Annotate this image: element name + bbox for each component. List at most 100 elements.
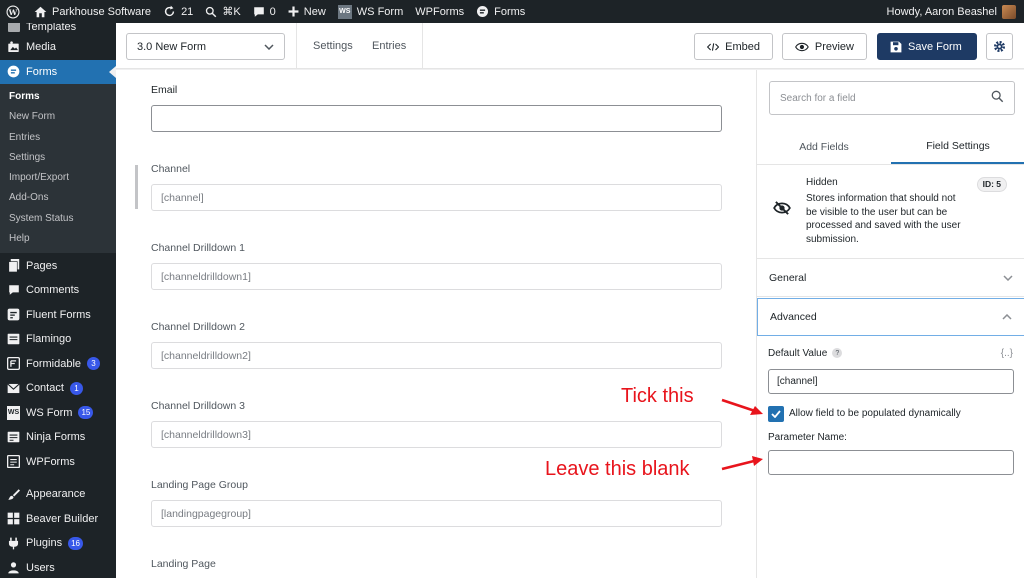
field-type-description: Stores information that should not be vi… <box>806 193 961 245</box>
formidable-icon <box>7 357 20 371</box>
field-input[interactable]: [landingpagegroup] <box>151 500 722 527</box>
settings-gear-button[interactable] <box>986 33 1013 60</box>
field-input[interactable]: [channeldrilldown1] <box>151 263 722 290</box>
panel-tabs: Add Fields Field Settings <box>757 129 1024 165</box>
sidebar-item-wpforms[interactable]: WPForms <box>0 449 116 474</box>
beaver-builder-icon <box>7 512 20 525</box>
sidebar-item-ws-form[interactable]: WS WS Form 15 <box>0 400 116 425</box>
sidebar-item-templates[interactable]: Templates <box>0 23 116 35</box>
embed-button[interactable]: Embed <box>694 33 773 60</box>
save-form-button[interactable]: Save Form <box>877 33 977 60</box>
submenu-item-help[interactable]: Help <box>0 229 116 249</box>
ws-form-link[interactable]: WS WS Form <box>332 0 409 23</box>
field-label: Channel Drilldown 2 <box>151 321 245 333</box>
sidebar-item-formidable[interactable]: Formidable 3 <box>0 351 116 376</box>
field-input[interactable]: [channeldrilldown3] <box>151 421 722 448</box>
sidebar-item-media[interactable]: Media <box>0 35 116 60</box>
shortcut-label: ⌘K <box>222 6 241 18</box>
comments-link[interactable]: 0 <box>247 0 282 23</box>
section-label: Advanced <box>770 311 817 323</box>
field-label: Landing Page <box>151 558 216 570</box>
sidebar-label: Ninja Forms <box>26 431 86 444</box>
settings-link[interactable]: Settings <box>313 40 353 52</box>
sidebar-item-plugins[interactable]: Plugins 16 <box>0 531 116 556</box>
sidebar-item-flamingo[interactable]: Flamingo <box>0 327 116 352</box>
tab-field-settings[interactable]: Field Settings <box>891 129 1024 164</box>
sidebar-item-forms[interactable]: Forms <box>0 59 116 84</box>
field-input[interactable] <box>151 105 722 132</box>
sidebar-label: Comments <box>26 284 80 297</box>
form-field-channel-drilldown-2[interactable]: Channel Drilldown 2 [channeldrilldown2] <box>151 321 722 369</box>
sidebar-label: Users <box>26 561 55 574</box>
toolbar-divider <box>422 23 423 69</box>
sidebar-item-users[interactable]: Users <box>0 555 116 578</box>
form-canvas: Email Channel [channel] Channel Drilldow… <box>116 70 756 578</box>
form-field-landing-page[interactable]: Landing Page <box>151 558 722 578</box>
contact-count-badge: 1 <box>69 381 83 395</box>
form-switcher-select[interactable]: 3.0 New Form <box>126 33 285 60</box>
submenu-item-add-ons[interactable]: Add-Ons <box>0 188 116 208</box>
entries-link[interactable]: Entries <box>372 40 406 52</box>
form-field-channel-drilldown-1[interactable]: Channel Drilldown 1 [channeldrilldown1] <box>151 242 722 290</box>
chevron-down-icon <box>264 41 274 53</box>
wordpress-icon: W <box>6 4 20 19</box>
parameter-name-input[interactable] <box>768 450 1014 475</box>
svg-text:W: W <box>8 7 18 16</box>
ninja-forms-icon <box>7 431 20 444</box>
form-field-landing-page-group[interactable]: Landing Page Group [landingpagegroup] <box>151 479 722 527</box>
save-label: Save Form <box>908 40 962 53</box>
default-value-input[interactable]: [channel] <box>768 369 1014 394</box>
gravity-forms-icon <box>477 5 489 18</box>
updates-link[interactable]: 21 <box>157 0 199 23</box>
submenu-item-forms[interactable]: Forms <box>0 87 116 107</box>
sidebar-item-contact[interactable]: Contact 1 <box>0 376 116 401</box>
form-field-email[interactable]: Email <box>151 84 722 132</box>
form-builder-toolbar: 3.0 New Form Settings Entries Embed Prev… <box>116 23 1024 69</box>
submenu-item-settings[interactable]: Settings <box>0 148 116 168</box>
field-search-input[interactable]: Search for a field <box>769 81 1015 115</box>
sidebar-item-appearance[interactable]: Appearance <box>0 482 116 507</box>
my-account[interactable]: Howdy, Aaron Beashel <box>887 4 1024 19</box>
smart-tags-icon[interactable]: {..} <box>1001 348 1013 359</box>
wordpress-logo[interactable]: W <box>0 0 28 23</box>
dynamic-population-checkbox[interactable] <box>768 406 784 422</box>
site-name-link[interactable]: Parkhouse Software <box>28 0 157 23</box>
submenu-item-new-form[interactable]: New Form <box>0 107 116 127</box>
form-name: 3.0 New Form <box>137 40 207 53</box>
chevron-down-icon <box>1003 272 1013 284</box>
field-label: Channel <box>151 163 191 175</box>
label-text: Default Value <box>768 348 828 359</box>
comment-icon <box>253 6 264 17</box>
tab-add-fields[interactable]: Add Fields <box>757 129 891 164</box>
submenu-item-import-export[interactable]: Import/Export <box>0 168 116 188</box>
ws-form-icon: WS <box>7 405 20 420</box>
sidebar-item-comments[interactable]: Comments <box>0 278 116 303</box>
sidebar-label: WPForms <box>26 455 75 468</box>
field-info-card: Hidden Stores information that should no… <box>757 165 1024 259</box>
mail-icon <box>7 382 20 395</box>
ws-form-badge: WS <box>7 405 20 420</box>
command-palette-link[interactable]: ⌘K <box>199 0 246 23</box>
submenu-item-system-status[interactable]: System Status <box>0 209 116 229</box>
formidable-count-badge: 3 <box>87 357 101 371</box>
wpforms-link[interactable]: WPForms <box>409 0 470 23</box>
gravity-forms-icon <box>7 65 20 78</box>
help-icon[interactable]: ? <box>832 348 843 359</box>
sidebar-item-fluent-forms[interactable]: Fluent Forms <box>0 302 116 327</box>
new-content-link[interactable]: New <box>282 0 332 23</box>
sidebar-label: Templates <box>26 23 77 33</box>
form-field-channel[interactable]: Channel [channel] <box>151 163 722 211</box>
sidebar-item-pages[interactable]: Pages <box>0 253 116 278</box>
sidebar-item-ninja-forms[interactable]: Ninja Forms <box>0 425 116 450</box>
advanced-section-toggle[interactable]: Advanced <box>757 298 1024 336</box>
field-input[interactable]: [channel] <box>151 184 722 211</box>
preview-button[interactable]: Preview <box>782 33 867 60</box>
plugin-icon <box>7 537 20 550</box>
forms-link[interactable]: Forms <box>470 0 531 23</box>
field-input[interactable]: [channeldrilldown2] <box>151 342 722 369</box>
submenu-item-entries[interactable]: Entries <box>0 128 116 148</box>
sidebar-item-beaver-builder[interactable]: Beaver Builder <box>0 506 116 531</box>
general-section-toggle[interactable]: General <box>757 259 1024 297</box>
code-icon <box>707 42 720 51</box>
sidebar-label: Media <box>26 41 56 54</box>
